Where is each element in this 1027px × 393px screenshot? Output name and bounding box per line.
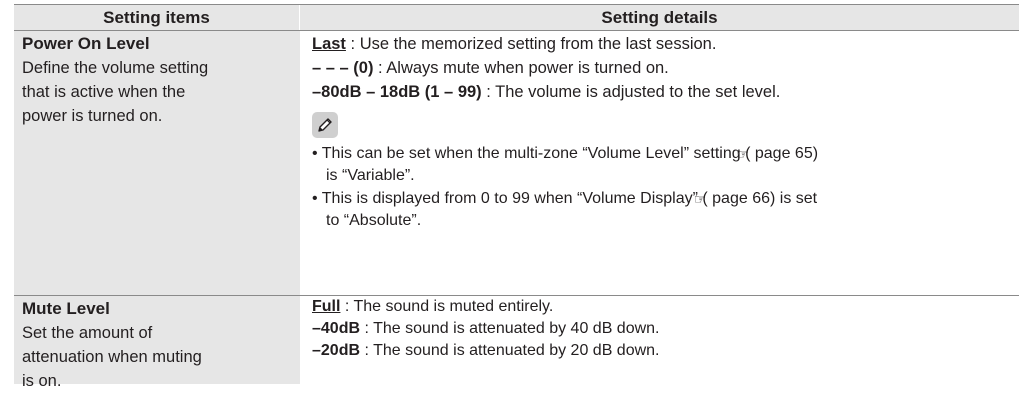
note-item: • This is displayed from 0 to 99 when “V… [312,190,818,229]
option-text: : Use the memorized setting from the las… [345,35,717,53]
settings-table: Setting items Setting details Power On L… [14,4,1019,390]
option-line: –80dB – 18dB (1 – 99) : The volume is ad… [312,80,1019,104]
header-setting-items: Setting items [14,5,300,30]
option-key: –40dB [312,320,361,337]
setting-description-line: is on. [22,372,62,390]
option-line: – – – (0) : Always mute when power is tu… [312,56,1019,80]
option-text: : The sound is muted entirely. [340,298,554,315]
option-text: : The sound is attenuated by 40 dB down. [360,320,660,337]
option-key: – – – (0) [312,59,374,77]
setting-description-line: Define the volume setting [22,59,209,77]
pencil-icon [312,112,338,138]
option-key: Last [312,35,346,53]
option-line: –20dB : The sound is attenuated by 20 dB… [312,340,1019,362]
option-text: : The volume is adjusted to the set leve… [481,83,781,101]
setting-description-line: power is turned on. [22,107,163,125]
setting-details-cell: Last : Use the memorized setting from th… [300,31,1019,295]
option-line: –40dB : The sound is attenuated by 40 dB… [312,318,1019,340]
setting-description-line: Set the amount of [22,324,153,342]
setting-details-cell: Full : The sound is muted entirely. –40d… [300,296,1019,384]
table-row: Power On Level Define the volume setting… [14,31,1019,296]
setting-title: Power On Level [22,34,150,53]
option-key: Full [312,298,341,315]
option-line: Last : Use the memorized setting from th… [312,32,1019,56]
table-header: Setting items Setting details [14,4,1019,31]
option-key: –20dB [312,342,361,359]
note-item: • This can be set when the multi-zone “V… [312,145,819,184]
option-text: : Always mute when power is turned on. [373,59,669,77]
setting-item-cell: Mute Level Set the amount of attenuation… [14,296,300,390]
table-row: Mute Level Set the amount of attenuation… [14,296,1019,390]
header-setting-details: Setting details [300,5,1019,30]
setting-title: Mute Level [22,299,110,318]
option-key: –80dB – 18dB (1 – 99) [312,83,482,101]
option-line: Full : The sound is muted entirely. [312,296,1019,318]
setting-description-line: that is active when the [22,83,186,101]
option-text: : The sound is attenuated by 20 dB down. [360,342,660,359]
setting-description-line: attenuation when muting [22,348,202,366]
setting-item-cell: Power On Level Define the volume setting… [14,31,300,295]
